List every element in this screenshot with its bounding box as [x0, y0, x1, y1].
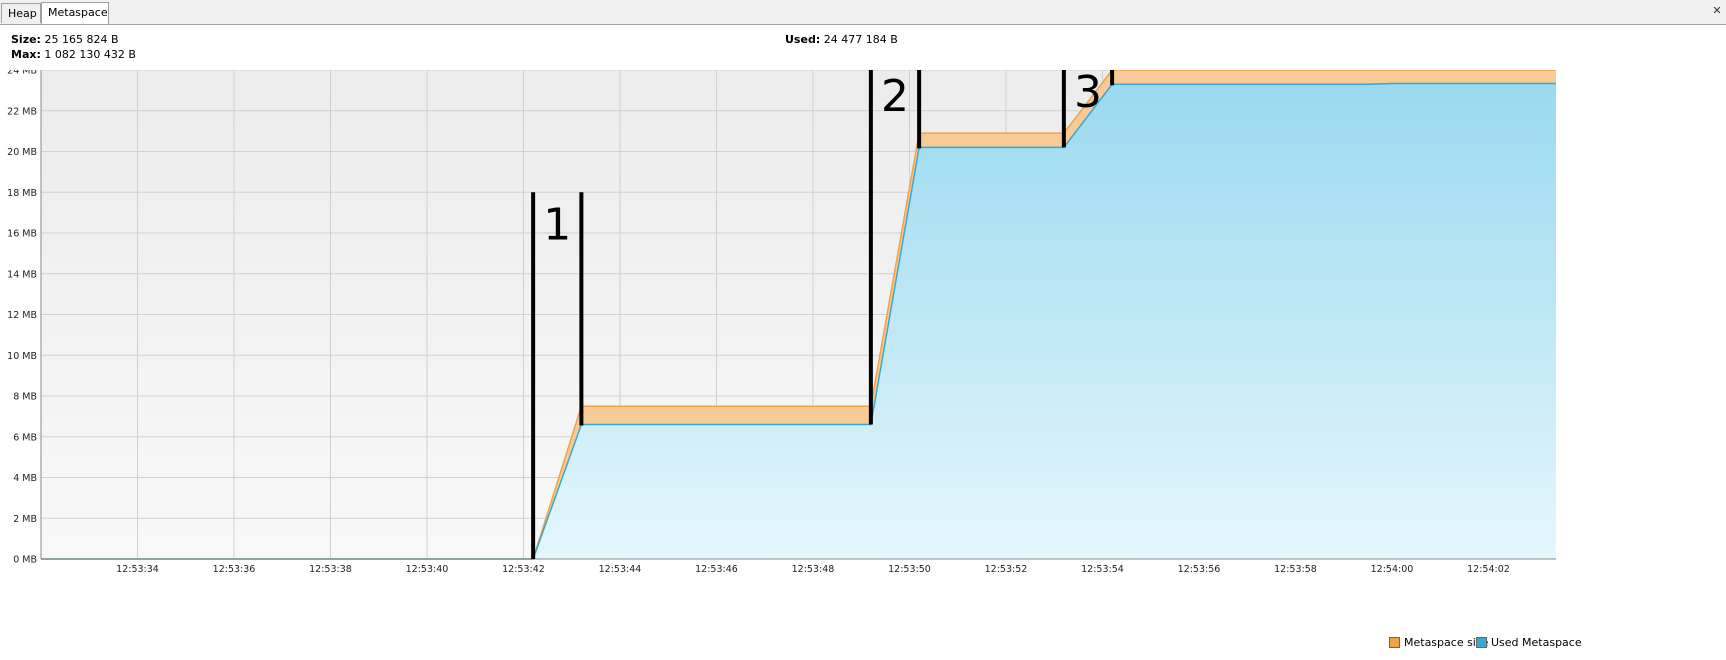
- y-tick-label: 18 MB: [7, 188, 37, 199]
- y-tick-label: 14 MB: [7, 269, 37, 280]
- metaspace-chart: 0 MB 2 MB 4 MB 6 MB 8 MB 10 MB 12 MB 14 MB 16 MB…: [0, 57, 1726, 656]
- x-tick-label: 12:53:58: [1274, 564, 1317, 575]
- size-info: Size: 25 165 824 B: [11, 33, 119, 46]
- x-tick-label: 12:53:50: [888, 564, 931, 575]
- used-metaspace-swatch: [1476, 637, 1487, 648]
- x-tick-label: 12:53:56: [1178, 564, 1221, 575]
- y-tick-label: 20 MB: [7, 147, 37, 158]
- max-info: Max: 1 082 130 432 B: [11, 48, 136, 61]
- x-tick-label: 12:53:38: [309, 564, 352, 575]
- x-tick-label: 12:53:44: [599, 564, 642, 575]
- annotation-label-2: 2: [881, 71, 909, 122]
- used-info: Used: 24 477 184 B: [785, 33, 898, 46]
- max-value: 1 082 130 432 B: [44, 48, 136, 61]
- x-tick-label: 12:53:54: [1081, 564, 1124, 575]
- y-tick-label: 0 MB: [13, 555, 37, 566]
- max-label: Max:: [11, 48, 41, 61]
- chart-svg: 0 MB 2 MB 4 MB 6 MB 8 MB 10 MB 12 MB 14 MB 16 MB…: [7, 57, 1556, 575]
- tab-bar: Heap Metaspace ✕: [0, 0, 1726, 25]
- y-tick-label: 16 MB: [7, 229, 37, 240]
- y-tick-label: 8 MB: [13, 392, 37, 403]
- y-tick-label: 4 MB: [13, 473, 37, 484]
- y-tick-label: 22 MB: [7, 106, 37, 117]
- x-tick-label: 12:54:02: [1467, 564, 1510, 575]
- used-value: 24 477 184 B: [823, 33, 898, 46]
- legend-item-used-metaspace: Used Metaspace: [1476, 636, 1582, 649]
- y-tick-label: 24 MB: [7, 70, 37, 77]
- x-tick-label: 12:53:40: [406, 564, 449, 575]
- legend-item-metaspace-size: Metaspace size: [1389, 636, 1488, 649]
- y-tick-label: 10 MB: [7, 351, 37, 362]
- x-tick-label: 12:53:52: [985, 564, 1028, 575]
- close-icon[interactable]: ✕: [1712, 5, 1722, 16]
- x-tick-label: 12:53:36: [213, 564, 256, 575]
- x-tick-label: 12:53:42: [502, 564, 545, 575]
- x-tick-label: 12:54:00: [1371, 564, 1414, 575]
- tab-metaspace[interactable]: Metaspace: [41, 2, 109, 24]
- legend-label-used-metaspace: Used Metaspace: [1491, 636, 1582, 649]
- y-tick-label: 6 MB: [13, 432, 37, 443]
- annotation-label-1: 1: [543, 199, 571, 250]
- used-label: Used:: [785, 33, 821, 46]
- x-tick-label: 12:53:48: [792, 564, 835, 575]
- annotation-label-3: 3: [1074, 70, 1102, 118]
- y-tick-label: 2 MB: [13, 514, 37, 525]
- x-tick-label: 12:53:34: [116, 564, 159, 575]
- x-tick-label: 12:53:46: [695, 564, 738, 575]
- tab-heap[interactable]: Heap: [1, 3, 41, 23]
- size-value: 25 165 824 B: [44, 33, 119, 46]
- y-tick-label: 12 MB: [7, 310, 37, 321]
- size-label: Size:: [11, 33, 41, 46]
- metaspace-size-swatch: [1389, 637, 1400, 648]
